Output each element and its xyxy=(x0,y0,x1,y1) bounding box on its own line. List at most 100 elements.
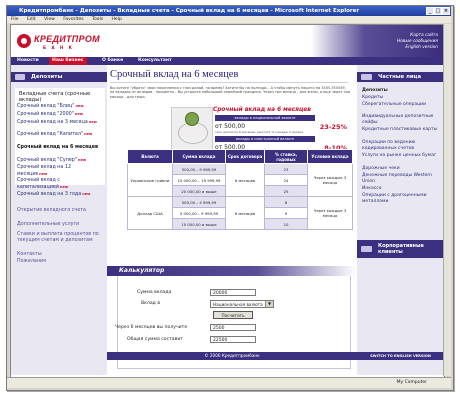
table-cell: 9 xyxy=(264,207,308,219)
menu-favorites[interactable]: Favorites xyxy=(63,17,83,22)
table-cell: 5 000,00 – 9 999,99 xyxy=(172,207,226,219)
rates-link[interactable]: Ставки и выплата процентов по текущим сч… xyxy=(17,232,105,244)
table-cell: Украинские гривни xyxy=(127,163,173,197)
deposit-currency-select[interactable]: Национальная валюта ▼ xyxy=(210,300,274,308)
title-bar: Кредитпромбанк - Депозиты - Вкладные сче… xyxy=(7,6,451,16)
menu-tools[interactable]: Tools xyxy=(92,17,103,22)
logo-text[interactable]: КРЕДИТПРОМ xyxy=(34,34,100,44)
column-header: % ставка, годовых xyxy=(264,149,308,164)
sidebar-item-3-months[interactable]: Срочный вклад на 3 месяцаnew xyxy=(17,119,101,126)
deposit-currency-value: Национальная валюта xyxy=(213,302,263,307)
close-icon[interactable]: × xyxy=(442,7,450,15)
nav-about-bank[interactable]: О банке xyxy=(99,57,126,65)
status-zone: My Computer xyxy=(396,380,427,385)
nav-our-business[interactable]: Наш бизнес xyxy=(49,57,87,65)
deposit-accounts-title: Вкладные счета (срочные вклады) xyxy=(19,91,91,103)
table-header-row: Валюта Сумма вклада Срок договора % став… xyxy=(127,149,353,164)
sidebar-item-capitalization[interactable]: Срочный вклад с капитализациейnew xyxy=(17,178,101,191)
total-output[interactable]: 22500 xyxy=(210,336,256,343)
intro-text: Вы хотите "убрать" свои накопления с гла… xyxy=(110,86,350,99)
left-sidebar: Депозиты Вкладные счета (срочные вклады)… xyxy=(11,65,107,375)
sidebar-item-blitz[interactable]: Срочный вклад "Блиц"new xyxy=(17,103,101,110)
contacts-link[interactable]: Контакты xyxy=(17,252,105,258)
table-cell: 6 месяцев xyxy=(225,196,265,230)
promo-row-hryvnia: от 500,00 23-25% срок депозита 6 месяцев… xyxy=(213,123,349,134)
vertical-scrollbar[interactable] xyxy=(443,24,451,376)
corporate-clients-icon xyxy=(361,246,372,252)
nav-consultant[interactable]: Консультант xyxy=(135,57,175,65)
table-cell: 10 000,00 – 19 999,99 xyxy=(172,174,226,186)
logo-subtext: Б А Н К xyxy=(43,45,74,50)
corporate-clients-header[interactable]: Корпоративные клиенты xyxy=(357,240,444,258)
sidebar-item-super[interactable]: Срочный вклад "Супер"new xyxy=(17,157,101,164)
sidebar-item-12-months[interactable]: Срочный вклад на 12 месяцевnew xyxy=(17,165,101,178)
menu-help[interactable]: Help xyxy=(112,17,122,22)
open-account-link[interactable]: Открытие вкладного счета xyxy=(17,208,105,214)
table-cell: Через каждые 3 месяца xyxy=(307,163,353,197)
corporate-clients-title: Корпоративные клиенты xyxy=(378,243,424,255)
promo-rate: 23-25% xyxy=(319,123,347,131)
calculate-button[interactable]: Посчитать xyxy=(213,311,253,319)
table-cell: 25 xyxy=(264,185,308,197)
right-section-header: Частные лица xyxy=(357,72,444,82)
sidebar-item-coded-accounts[interactable]: Операции по ведению кодированных счетов xyxy=(362,140,442,151)
window-title: Кредитпромбанк - Депозиты - Вкладные сче… xyxy=(19,8,360,14)
table-cell: 8 xyxy=(264,196,308,208)
sidebar-item-3-years[interactable]: Срочный вклад на 3 годаnew xyxy=(17,191,101,198)
minimize-icon[interactable]: _ xyxy=(426,7,434,15)
sidebar-item-savings[interactable]: Сберегательные операции xyxy=(362,102,442,108)
column-header: Условия вклада xyxy=(307,149,353,164)
table-cell: 24 xyxy=(264,174,308,186)
table-cell: Доллар США xyxy=(127,196,173,230)
sidebar-item-6-months[interactable]: Срочный вклад на 6 месяцев xyxy=(17,144,101,151)
private-clients-icon xyxy=(361,74,372,80)
page-footer: © 2000 Кредитпромбанк xyxy=(107,352,357,360)
sidebar-item-collection[interactable]: Инкассо xyxy=(362,186,442,192)
coin-shape xyxy=(185,112,199,126)
deposit-sum-input[interactable]: 20000 xyxy=(210,289,256,296)
piggy-bank-image xyxy=(171,107,213,150)
header-banner: Карта сайта Новые сообщения English vers… xyxy=(311,25,444,57)
sidebar-item-precious-metals[interactable]: Операции с драгоценными металлами xyxy=(362,193,442,204)
promo-title: Срочный вклад на 6 месяцев xyxy=(213,107,311,113)
sidebar-item-credit-cards[interactable]: Кредитные пластиковые карты xyxy=(362,127,442,133)
table-row: Доллар США 500,00 – 4 999,99 6 месяцев 8… xyxy=(127,196,353,230)
title-divider xyxy=(110,82,348,83)
sidebar-item-deposits[interactable]: Депозиты xyxy=(362,88,442,94)
menu-view[interactable]: View xyxy=(44,17,55,22)
table-cell: 500,00 – 9 999,99 xyxy=(172,163,226,175)
promo-hryvnia-header: вклады в национальной валюте xyxy=(215,115,315,121)
sidebar-item-safes[interactable]: Индивидуальные депозитные сейфы xyxy=(362,114,442,125)
profit-label: Через 6 месяцев вы получите xyxy=(115,325,188,330)
site-header: КРЕДИТПРОМ Б А Н К Карта сайта Новые соо… xyxy=(11,25,444,57)
sidebar-item-2000[interactable]: Срочный вклад "2000"new xyxy=(17,111,101,118)
sidebar-item-western-union[interactable]: Денежные переводы Western Union xyxy=(362,173,442,184)
table-cell: Через каждые 3 месяца xyxy=(307,196,353,230)
sidebar-item-credits[interactable]: Кредиты xyxy=(362,95,442,101)
profit-output[interactable]: 2500 xyxy=(210,324,256,331)
menu-file[interactable]: File xyxy=(11,17,19,22)
extra-services-link[interactable]: Дополнительные услуги xyxy=(17,222,105,228)
column-header: Сумма вклада xyxy=(172,149,226,164)
calculator-header: Калькулятор xyxy=(107,266,357,276)
maximize-icon[interactable]: □ xyxy=(434,7,442,15)
deposit-currency-label: Вклад в xyxy=(141,301,161,306)
bank-logo-icon[interactable] xyxy=(17,34,31,48)
sidebar-item-capital[interactable]: Срочный вклад "Капитал"new xyxy=(17,131,101,138)
table-cell: 20 000,00 и выше xyxy=(172,185,226,197)
promo-from: от 500,00 xyxy=(215,123,246,130)
english-version-link[interactable]: English version xyxy=(397,45,438,51)
sidebar-item-travel-checks[interactable]: Дорожные чеки xyxy=(362,166,442,172)
table-cell: 10 xyxy=(264,218,308,230)
nav-news[interactable]: Новости xyxy=(14,57,42,65)
switch-language-link[interactable]: SWITCH TO ENGLISH VERSION xyxy=(357,352,444,360)
status-bar: My Computer xyxy=(7,377,451,388)
sidebar-item-securities[interactable]: Услуги на рынке ценных бумаг xyxy=(362,153,442,159)
main-content: Срочный вклад на 6 месяцев Вы хотите "уб… xyxy=(107,65,357,375)
calculator-title: Калькулятор xyxy=(119,267,165,274)
menu-edit[interactable]: Edit xyxy=(27,17,36,22)
left-section-title: Депозиты xyxy=(31,74,63,80)
wishes-link[interactable]: Пожелания xyxy=(17,259,105,265)
chevron-down-icon[interactable]: ▼ xyxy=(265,301,273,307)
table-cell: 500,00 – 4 999,99 xyxy=(172,196,226,208)
